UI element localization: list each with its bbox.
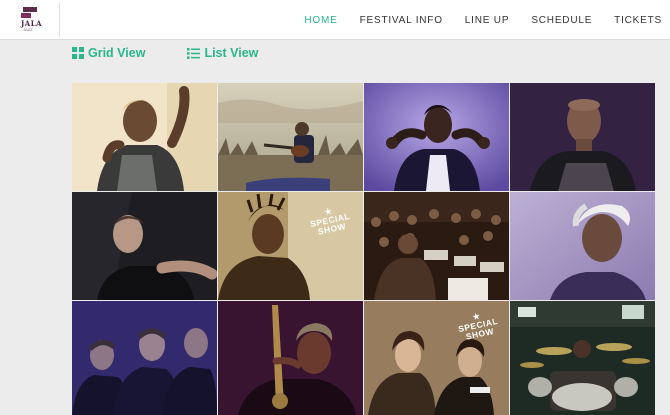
list-view-button[interactable]: List View (187, 46, 258, 60)
artist-photo (364, 192, 509, 300)
nav-schedule[interactable]: SCHEDULE (531, 15, 592, 26)
artist-tile[interactable] (510, 192, 655, 300)
artist-tile[interactable] (72, 301, 217, 415)
artist-tile[interactable] (364, 192, 509, 300)
list-view-label: List View (204, 46, 259, 60)
view-toggle: Grid View List View (72, 44, 300, 62)
grid-view-button[interactable]: Grid View (72, 46, 145, 60)
grid-icon (72, 47, 84, 59)
nav-festival-info[interactable]: FESTIVAL INFO (360, 15, 443, 26)
grid-view-label: Grid View (88, 46, 146, 60)
nav-home[interactable]: HOME (304, 15, 337, 26)
festival-logo[interactable]: JALA JAZZ (8, 2, 60, 38)
top-navbar: JALA JAZZ HOME FESTIVAL INFO LINE UP SCH… (0, 0, 670, 40)
list-icon (187, 47, 201, 59)
artist-photo (218, 83, 363, 191)
nav-tickets[interactable]: TICKETS (614, 15, 662, 26)
artist-photo (72, 301, 217, 415)
artist-tile[interactable] (364, 83, 509, 191)
artist-photo (364, 83, 509, 191)
artist-photo (510, 83, 655, 191)
artist-tile[interactable] (218, 301, 363, 415)
artist-tile[interactable] (510, 301, 655, 415)
artist-photo (72, 83, 217, 191)
main-menu: HOME FESTIVAL INFO LINE UP SCHEDULE TICK… (282, 0, 662, 40)
nav-line-up[interactable]: LINE UP (465, 15, 510, 26)
logo-subtext: JAZZ (23, 27, 33, 32)
logo-mark-icon: JALA JAZZ (21, 7, 42, 34)
artist-photo (510, 192, 655, 300)
artist-grid: ★ SPECIAL SHOW ★ SPECIAL SHOW (72, 83, 656, 415)
artist-tile[interactable]: ★ SPECIAL SHOW (364, 301, 509, 415)
artist-tile[interactable] (510, 83, 655, 191)
artist-tile[interactable] (218, 83, 363, 191)
artist-photo (218, 301, 363, 415)
artist-tile[interactable]: ★ SPECIAL SHOW (218, 192, 363, 300)
artist-tile[interactable] (72, 192, 217, 300)
artist-tile[interactable] (72, 83, 217, 191)
artist-photo (510, 301, 655, 415)
artist-photo (72, 192, 217, 300)
